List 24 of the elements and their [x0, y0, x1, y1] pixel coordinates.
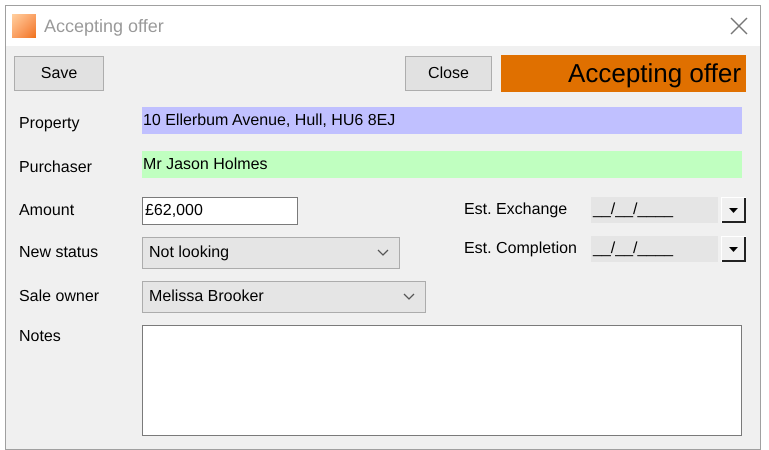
- readonly-field: Mr Jason Holmes: [142, 150, 742, 178]
- field-label: Amount: [18, 201, 76, 221]
- field-label: Est. Completion: [464, 239, 578, 259]
- dropdown-arrow-icon[interactable]: [721, 236, 746, 262]
- dropdown-arrow-icon[interactable]: [721, 197, 746, 223]
- dropdown[interactable]: Not looking: [142, 237, 400, 269]
- field-label: New status: [18, 243, 100, 263]
- close-icon[interactable]: [730, 17, 748, 35]
- save-button[interactable]: Save: [14, 56, 104, 91]
- field-label: Purchaser: [18, 158, 93, 178]
- close-button[interactable]: Close: [405, 56, 492, 91]
- field-label: Sale owner: [18, 287, 100, 307]
- field-label: Property: [18, 114, 80, 134]
- app-icon: [12, 14, 36, 38]
- amount-field[interactable]: £62,000: [142, 197, 298, 225]
- dropdown[interactable]: Melissa Brooker: [142, 281, 426, 313]
- chevron-icon: [403, 293, 415, 301]
- readonly-field: 10 Ellerbum Avenue, Hull, HU6 8EJ: [142, 106, 742, 134]
- chevron-icon: [377, 249, 389, 257]
- field-label: Est. Exchange: [464, 200, 568, 220]
- notes-field[interactable]: [142, 325, 742, 436]
- field-label: Notes: [18, 327, 62, 347]
- window-title: Accepting offer: [44, 14, 164, 38]
- status-banner: Accepting offer: [501, 55, 746, 92]
